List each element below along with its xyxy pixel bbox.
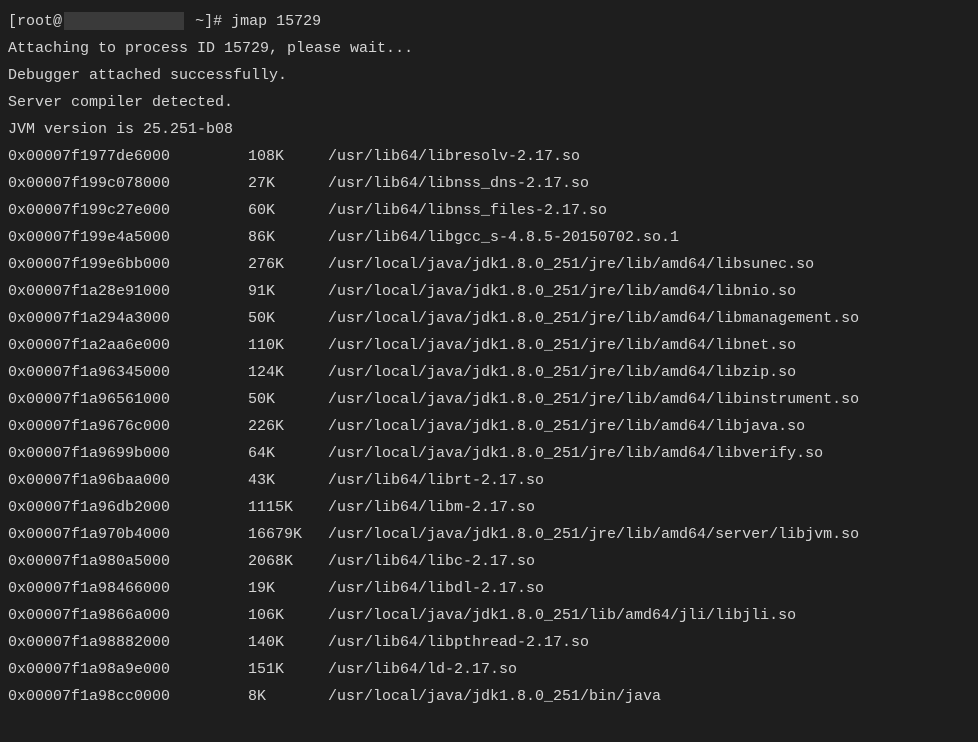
cell-path: /usr/lib64/libm-2.17.so bbox=[328, 494, 535, 521]
prompt-at: @ bbox=[53, 13, 62, 30]
table-row: 0x00007f1a294a300050K/usr/local/java/jdk… bbox=[8, 305, 970, 332]
cell-size: 108K bbox=[248, 143, 328, 170]
cell-path: /usr/lib64/librt-2.17.so bbox=[328, 467, 544, 494]
cell-path: /usr/local/java/jdk1.8.0_251/lib/amd64/j… bbox=[328, 602, 796, 629]
cell-path: /usr/local/java/jdk1.8.0_251/jre/lib/amd… bbox=[328, 332, 796, 359]
prompt-cwd: ~ bbox=[195, 13, 204, 30]
cell-address: 0x00007f1a96561000 bbox=[8, 386, 248, 413]
table-row: 0x00007f1a98882000140K/usr/lib64/libpthr… bbox=[8, 629, 970, 656]
table-row: 0x00007f199e6bb000276K/usr/local/java/jd… bbox=[8, 251, 970, 278]
cell-size: 27K bbox=[248, 170, 328, 197]
cell-address: 0x00007f1977de6000 bbox=[8, 143, 248, 170]
cell-size: 91K bbox=[248, 278, 328, 305]
cell-address: 0x00007f1a294a3000 bbox=[8, 305, 248, 332]
cell-size: 124K bbox=[248, 359, 328, 386]
cell-address: 0x00007f1a9699b000 bbox=[8, 440, 248, 467]
table-row: 0x00007f199c07800027K/usr/lib64/libnss_d… bbox=[8, 170, 970, 197]
table-row: 0x00007f1a980a50002068K/usr/lib64/libc-2… bbox=[8, 548, 970, 575]
cell-path: /usr/lib64/libdl-2.17.so bbox=[328, 575, 544, 602]
cell-path: /usr/lib64/libnss_dns-2.17.so bbox=[328, 170, 589, 197]
table-row: 0x00007f1a9866a000106K/usr/local/java/jd… bbox=[8, 602, 970, 629]
table-row: 0x00007f1a2aa6e000110K/usr/local/java/jd… bbox=[8, 332, 970, 359]
table-row: 0x00007f1a970b400016679K/usr/local/java/… bbox=[8, 521, 970, 548]
msg-jvm-version: JVM version is 25.251-b08 bbox=[8, 116, 970, 143]
cell-size: 106K bbox=[248, 602, 328, 629]
cell-path: /usr/lib64/libresolv-2.17.so bbox=[328, 143, 580, 170]
cell-size: 140K bbox=[248, 629, 328, 656]
cell-path: /usr/lib64/ld-2.17.so bbox=[328, 656, 517, 683]
cell-path: /usr/local/java/jdk1.8.0_251/jre/lib/amd… bbox=[328, 278, 796, 305]
table-row: 0x00007f1a9699b00064K/usr/local/java/jdk… bbox=[8, 440, 970, 467]
cell-address: 0x00007f1a98882000 bbox=[8, 629, 248, 656]
table-row: 0x00007f1a96baa00043K/usr/lib64/librt-2.… bbox=[8, 467, 970, 494]
prompt-user: root bbox=[17, 13, 53, 30]
cell-size: 2068K bbox=[248, 548, 328, 575]
msg-compiler: Server compiler detected. bbox=[8, 89, 970, 116]
cell-path: /usr/lib64/libc-2.17.so bbox=[328, 548, 535, 575]
table-row: 0x00007f1a28e9100091K/usr/local/java/jdk… bbox=[8, 278, 970, 305]
cell-path: /usr/local/java/jdk1.8.0_251/bin/java bbox=[328, 683, 661, 710]
cell-path: /usr/local/java/jdk1.8.0_251/jre/lib/amd… bbox=[328, 251, 814, 278]
cell-size: 1115K bbox=[248, 494, 328, 521]
cell-size: 60K bbox=[248, 197, 328, 224]
cell-address: 0x00007f1a96db2000 bbox=[8, 494, 248, 521]
cell-size: 19K bbox=[248, 575, 328, 602]
cell-size: 8K bbox=[248, 683, 328, 710]
cell-address: 0x00007f1a9866a000 bbox=[8, 602, 248, 629]
table-row: 0x00007f1a98a9e000151K/usr/lib64/ld-2.17… bbox=[8, 656, 970, 683]
cell-address: 0x00007f199e6bb000 bbox=[8, 251, 248, 278]
cell-address: 0x00007f1a2aa6e000 bbox=[8, 332, 248, 359]
cell-path: /usr/local/java/jdk1.8.0_251/jre/lib/amd… bbox=[328, 359, 796, 386]
table-row: 0x00007f1a9676c000226K/usr/local/java/jd… bbox=[8, 413, 970, 440]
cell-path: /usr/lib64/libpthread-2.17.so bbox=[328, 629, 589, 656]
prompt-char: # bbox=[213, 13, 222, 30]
cell-address: 0x00007f1a96baa000 bbox=[8, 467, 248, 494]
prompt-host-masked bbox=[64, 12, 184, 30]
cell-size: 64K bbox=[248, 440, 328, 467]
cell-path: /usr/local/java/jdk1.8.0_251/jre/lib/amd… bbox=[328, 521, 859, 548]
cell-address: 0x00007f199e4a5000 bbox=[8, 224, 248, 251]
cell-address: 0x00007f1a98a9e000 bbox=[8, 656, 248, 683]
cell-path: /usr/lib64/libnss_files-2.17.so bbox=[328, 197, 607, 224]
terminal-output: [root@ ~]# jmap 15729 Attaching to proce… bbox=[8, 8, 970, 710]
cell-address: 0x00007f1a98cc0000 bbox=[8, 683, 248, 710]
cell-size: 50K bbox=[248, 305, 328, 332]
table-row: 0x00007f199e4a500086K/usr/lib64/libgcc_s… bbox=[8, 224, 970, 251]
cell-address: 0x00007f1a970b4000 bbox=[8, 521, 248, 548]
table-row: 0x00007f1977de6000108K/usr/lib64/libreso… bbox=[8, 143, 970, 170]
table-row: 0x00007f1a96db20001115K/usr/lib64/libm-2… bbox=[8, 494, 970, 521]
cell-size: 276K bbox=[248, 251, 328, 278]
cell-size: 50K bbox=[248, 386, 328, 413]
cell-size: 16679K bbox=[248, 521, 328, 548]
msg-attaching: Attaching to process ID 15729, please wa… bbox=[8, 35, 970, 62]
table-row: 0x00007f1a96345000124K/usr/local/java/jd… bbox=[8, 359, 970, 386]
cell-size: 226K bbox=[248, 413, 328, 440]
cell-path: /usr/local/java/jdk1.8.0_251/jre/lib/amd… bbox=[328, 386, 859, 413]
cell-size: 110K bbox=[248, 332, 328, 359]
cell-path: /usr/local/java/jdk1.8.0_251/jre/lib/amd… bbox=[328, 305, 859, 332]
cell-address: 0x00007f1a96345000 bbox=[8, 359, 248, 386]
table-row: 0x00007f1a98cc00008K/usr/local/java/jdk1… bbox=[8, 683, 970, 710]
msg-attached: Debugger attached successfully. bbox=[8, 62, 970, 89]
cell-address: 0x00007f1a98466000 bbox=[8, 575, 248, 602]
prompt-command: jmap 15729 bbox=[231, 13, 321, 30]
cell-address: 0x00007f1a9676c000 bbox=[8, 413, 248, 440]
cell-path: /usr/local/java/jdk1.8.0_251/jre/lib/amd… bbox=[328, 440, 823, 467]
cell-address: 0x00007f199c078000 bbox=[8, 170, 248, 197]
table-row: 0x00007f199c27e00060K/usr/lib64/libnss_f… bbox=[8, 197, 970, 224]
cell-size: 86K bbox=[248, 224, 328, 251]
cell-address: 0x00007f199c27e000 bbox=[8, 197, 248, 224]
table-row: 0x00007f1a9656100050K/usr/local/java/jdk… bbox=[8, 386, 970, 413]
cell-size: 43K bbox=[248, 467, 328, 494]
cell-path: /usr/lib64/libgcc_s-4.8.5-20150702.so.1 bbox=[328, 224, 679, 251]
cell-size: 151K bbox=[248, 656, 328, 683]
cell-path: /usr/local/java/jdk1.8.0_251/jre/lib/amd… bbox=[328, 413, 805, 440]
cell-address: 0x00007f1a980a5000 bbox=[8, 548, 248, 575]
cell-address: 0x00007f1a28e91000 bbox=[8, 278, 248, 305]
table-row: 0x00007f1a9846600019K/usr/lib64/libdl-2.… bbox=[8, 575, 970, 602]
memory-map-table: 0x00007f1977de6000108K/usr/lib64/libreso… bbox=[8, 143, 970, 710]
prompt-line[interactable]: [root@ ~]# jmap 15729 bbox=[8, 8, 970, 35]
